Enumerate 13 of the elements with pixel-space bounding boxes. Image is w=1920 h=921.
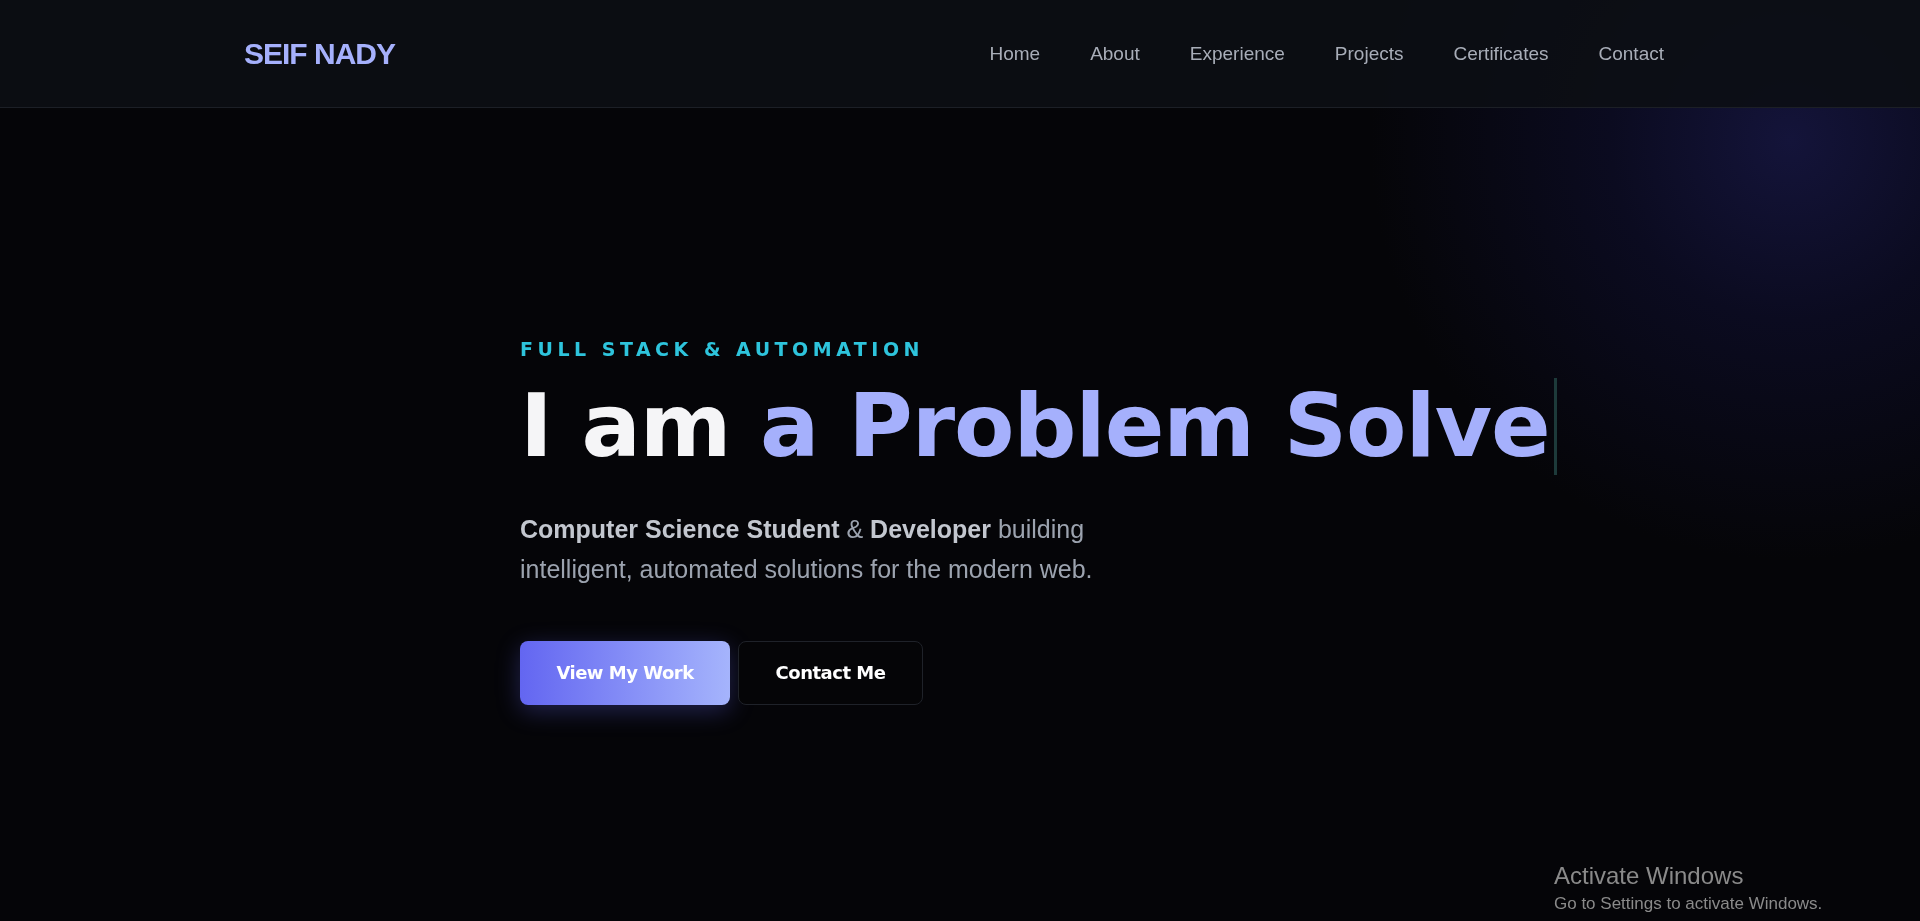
nav-link[interactable]: Contact: [1598, 42, 1664, 65]
nav-link[interactable]: Projects: [1334, 42, 1404, 65]
nav-link[interactable]: Experience: [1189, 42, 1285, 65]
hero-headline: I am a Problem Solve: [520, 378, 1557, 475]
nav-link[interactable]: About: [1090, 42, 1140, 65]
activation-message: Go to Settings to activate Windows.: [1554, 894, 1823, 914]
activation-title: Activate Windows: [1554, 862, 1745, 890]
hero-eyebrow: FULL STACK & AUTOMATION: [520, 338, 925, 360]
hero-subtitle: Computer Science Student & Developer building intelligent, automated solutions for the modern web.: [520, 513, 1094, 585]
site-logo[interactable]: SEIF NADY: [244, 36, 396, 71]
contact-button[interactable]: Contact Me: [738, 640, 923, 705]
nav-link[interactable]: Certificates: [1453, 42, 1549, 65]
nav-link[interactable]: Home: [989, 42, 1041, 65]
